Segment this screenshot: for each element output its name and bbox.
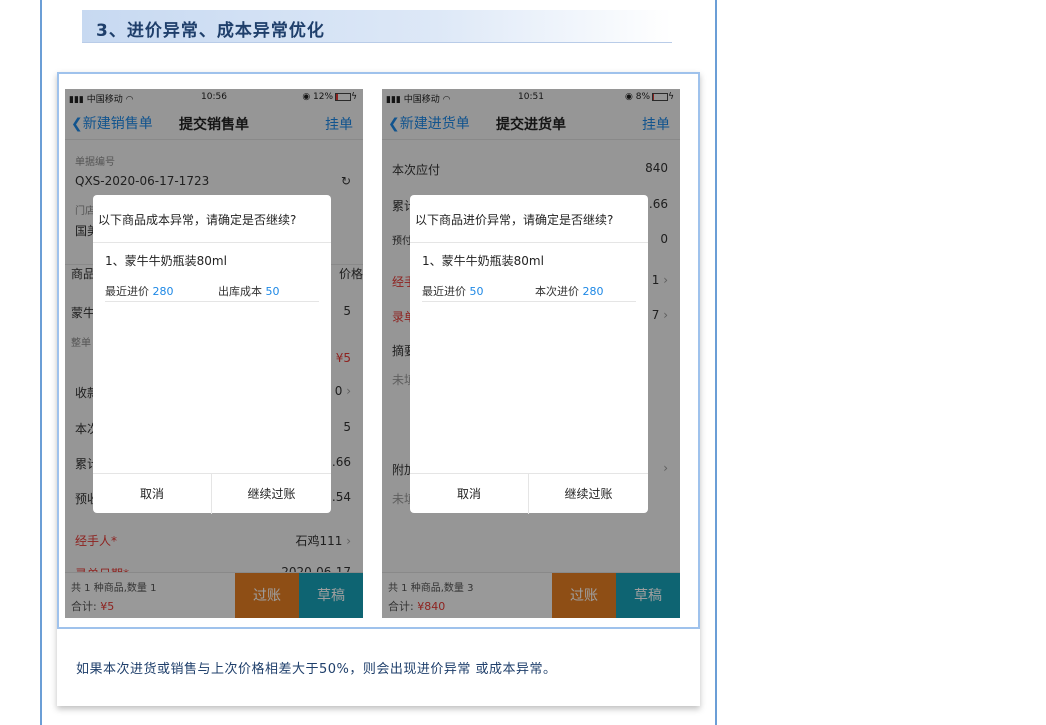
dialog-footer: 取消 继续过账 (93, 473, 331, 514)
divider (93, 242, 331, 243)
dialog-title: 以下商品成本异常，请确定是否继续? (98, 213, 297, 227)
section-heading-text: 3、进价异常、成本异常优化 (96, 21, 325, 41)
cancel-button[interactable]: 取消 (93, 474, 212, 514)
caption-text: 如果本次进货或销售与上次价格相差大于50%，则会出现进价异常 或成本异常。 (76, 662, 557, 677)
cancel-button[interactable]: 取消 (410, 474, 529, 514)
dialog-footer: 取消 继续过账 (410, 473, 648, 514)
content-card: ▮▮▮ 中国移动 ◠ 10:56 ◉ 12% ϟ ❮新建销售单 提交销售单 挂单 … (57, 72, 700, 706)
dialog-item: 1、蒙牛牛奶瓶装80ml (105, 254, 227, 268)
price-alert-dialog: 以下商品进价异常，请确定是否继续? 1、蒙牛牛奶瓶装80ml 最近进价 50 本… (410, 195, 648, 514)
phone-purchase: ▮▮▮ 中国移动 ◠ 10:51 ◉ 8% ϟ ❮新建进货单 提交进货单 挂单 本… (382, 89, 680, 618)
cost-alert-dialog: 以下商品成本异常，请确定是否继续? 1、蒙牛牛奶瓶装80ml 最近进价 280 … (93, 195, 331, 514)
recent-price: 最近进价 50 (422, 285, 484, 298)
divider (422, 301, 636, 302)
recent-price: 最近进价 280 (105, 285, 174, 298)
section-heading: 3、进价异常、成本异常优化 (82, 10, 672, 43)
dialog-title: 以下商品进价异常，请确定是否继续? (415, 213, 614, 227)
divider (105, 301, 319, 302)
screenshots-panel: ▮▮▮ 中国移动 ◠ 10:56 ◉ 12% ϟ ❮新建销售单 提交销售单 挂单 … (57, 72, 700, 629)
dialog-item: 1、蒙牛牛奶瓶装80ml (422, 254, 544, 268)
outbound-cost: 出库成本 50 (218, 285, 280, 298)
continue-post-button[interactable]: 继续过账 (212, 474, 331, 514)
phone-sales: ▮▮▮ 中国移动 ◠ 10:56 ◉ 12% ϟ ❮新建销售单 提交销售单 挂单 … (65, 89, 363, 618)
current-price: 本次进价 280 (535, 285, 604, 298)
divider (410, 242, 648, 243)
continue-post-button[interactable]: 继续过账 (529, 474, 648, 514)
